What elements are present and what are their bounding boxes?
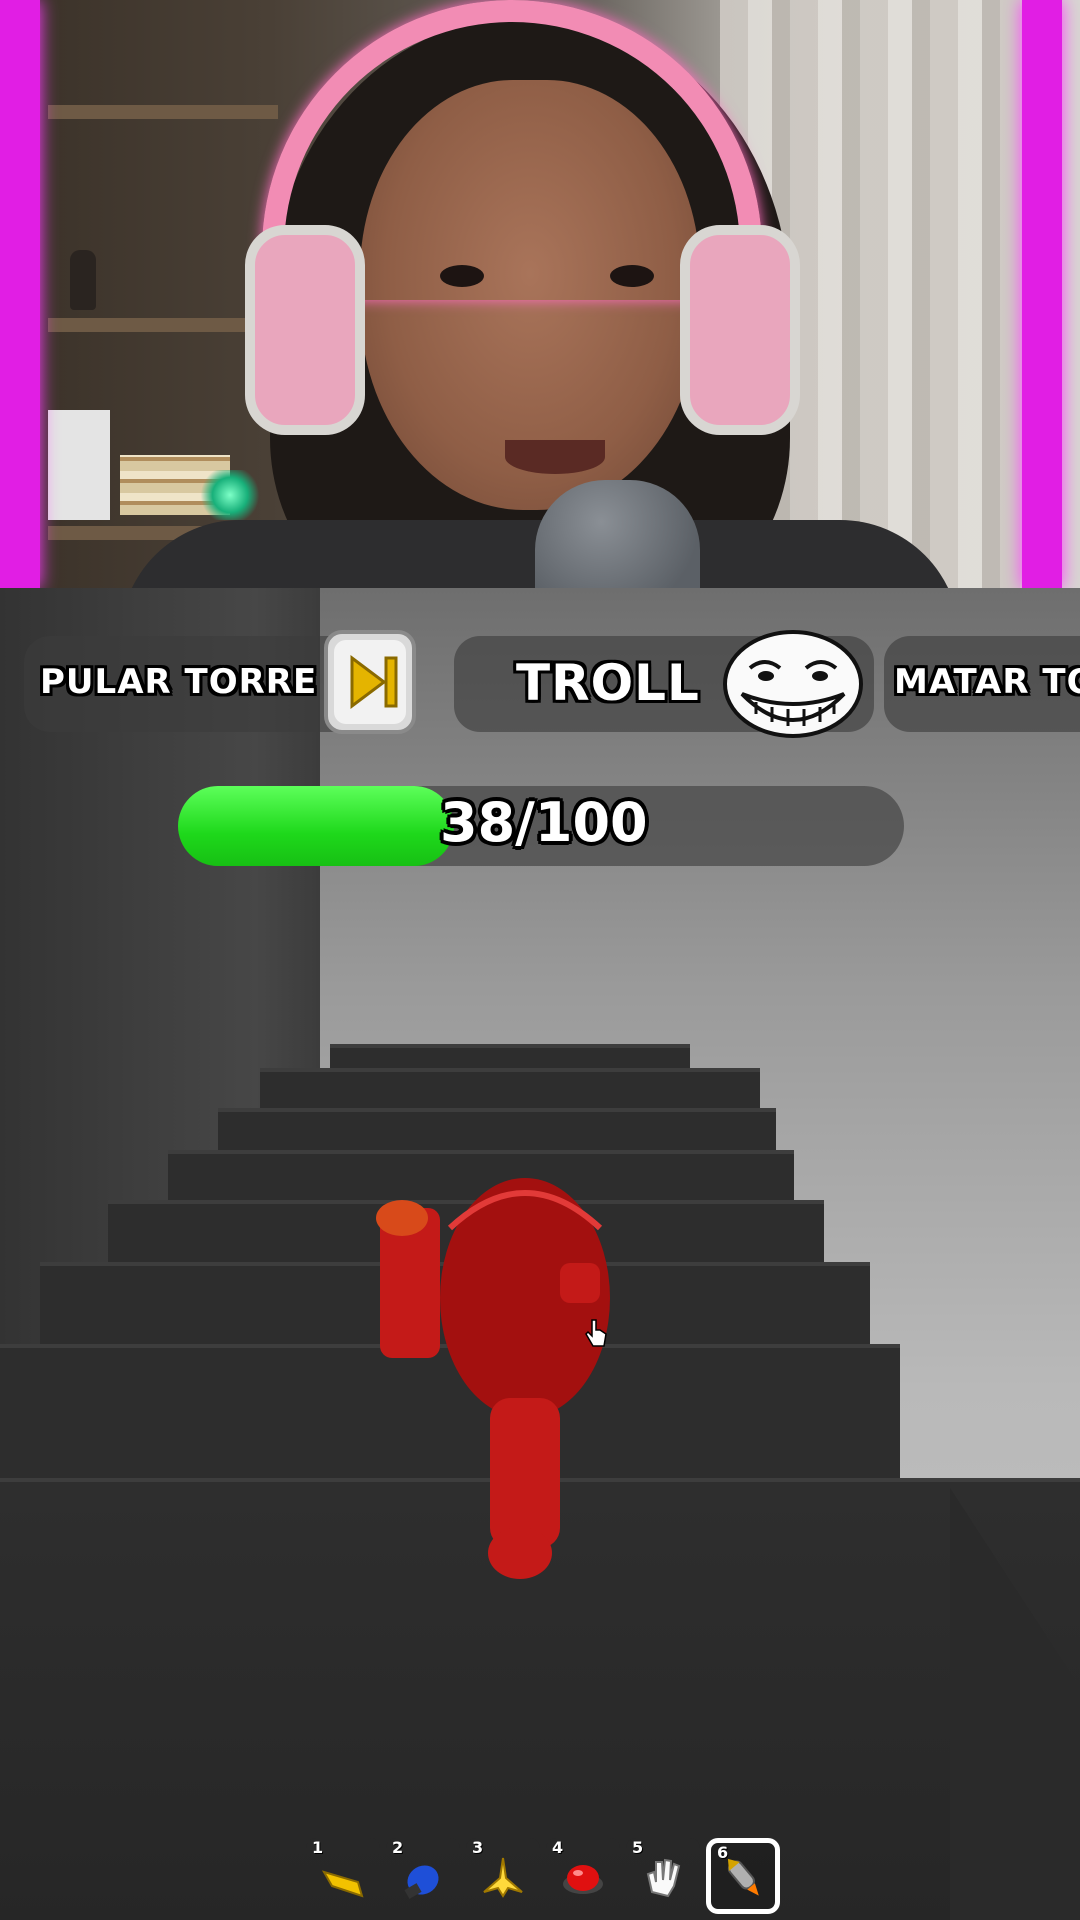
kill-button[interactable]: MATAR TO bbox=[884, 636, 1080, 732]
troll-face-icon bbox=[723, 630, 863, 738]
streamer-webcam bbox=[0, 0, 1080, 588]
rocket-icon bbox=[727, 1858, 759, 1896]
neon-frame-right bbox=[1022, 0, 1062, 588]
hotbar: 1 2 3 4 5 6 bbox=[306, 1838, 786, 1914]
hotbar-slot-3[interactable]: 3 bbox=[466, 1838, 540, 1914]
skip-tower-button[interactable]: PULAR TORRE bbox=[24, 636, 364, 732]
hotbar-slot-6[interactable]: 6 bbox=[706, 1838, 780, 1914]
kill-label: MATAR TO bbox=[894, 662, 1080, 702]
hotbar-slot-2[interactable]: 2 bbox=[386, 1838, 460, 1914]
shelf bbox=[48, 105, 278, 119]
progress-text: 38/100 bbox=[440, 791, 648, 854]
player-avatar bbox=[376, 1178, 610, 1579]
skip-tower-label: PULAR TORRE bbox=[40, 662, 318, 702]
headphone-earcup bbox=[680, 225, 800, 435]
red-button-icon bbox=[563, 1865, 603, 1894]
golden-wedge-icon bbox=[321, 1870, 364, 1898]
troll-label: TROLL bbox=[516, 654, 700, 712]
play-button-plaque bbox=[48, 410, 110, 520]
hotbar-slot-5[interactable]: 5 bbox=[626, 1838, 700, 1914]
blue-glove-icon bbox=[404, 1865, 439, 1899]
white-glove-icon bbox=[646, 1858, 681, 1898]
shelf bbox=[48, 318, 278, 332]
green-light bbox=[200, 470, 260, 520]
skip-icon[interactable] bbox=[322, 628, 418, 736]
mouth bbox=[505, 440, 605, 474]
neon-frame-left bbox=[0, 0, 40, 588]
hotbar-slot-4[interactable]: 4 bbox=[546, 1838, 620, 1914]
microphone bbox=[535, 480, 700, 588]
hand-cursor-icon bbox=[585, 1319, 607, 1347]
progress-fill bbox=[178, 786, 454, 866]
figurine bbox=[70, 250, 96, 310]
hotbar-slot-1[interactable]: 1 bbox=[306, 1838, 380, 1914]
headphone-earcup bbox=[245, 225, 365, 435]
game-viewport[interactable]: PULAR TORRE TROLL MATAR TO 38/100 1 2 3 … bbox=[0, 588, 1080, 1920]
banana-icon bbox=[483, 1857, 523, 1898]
